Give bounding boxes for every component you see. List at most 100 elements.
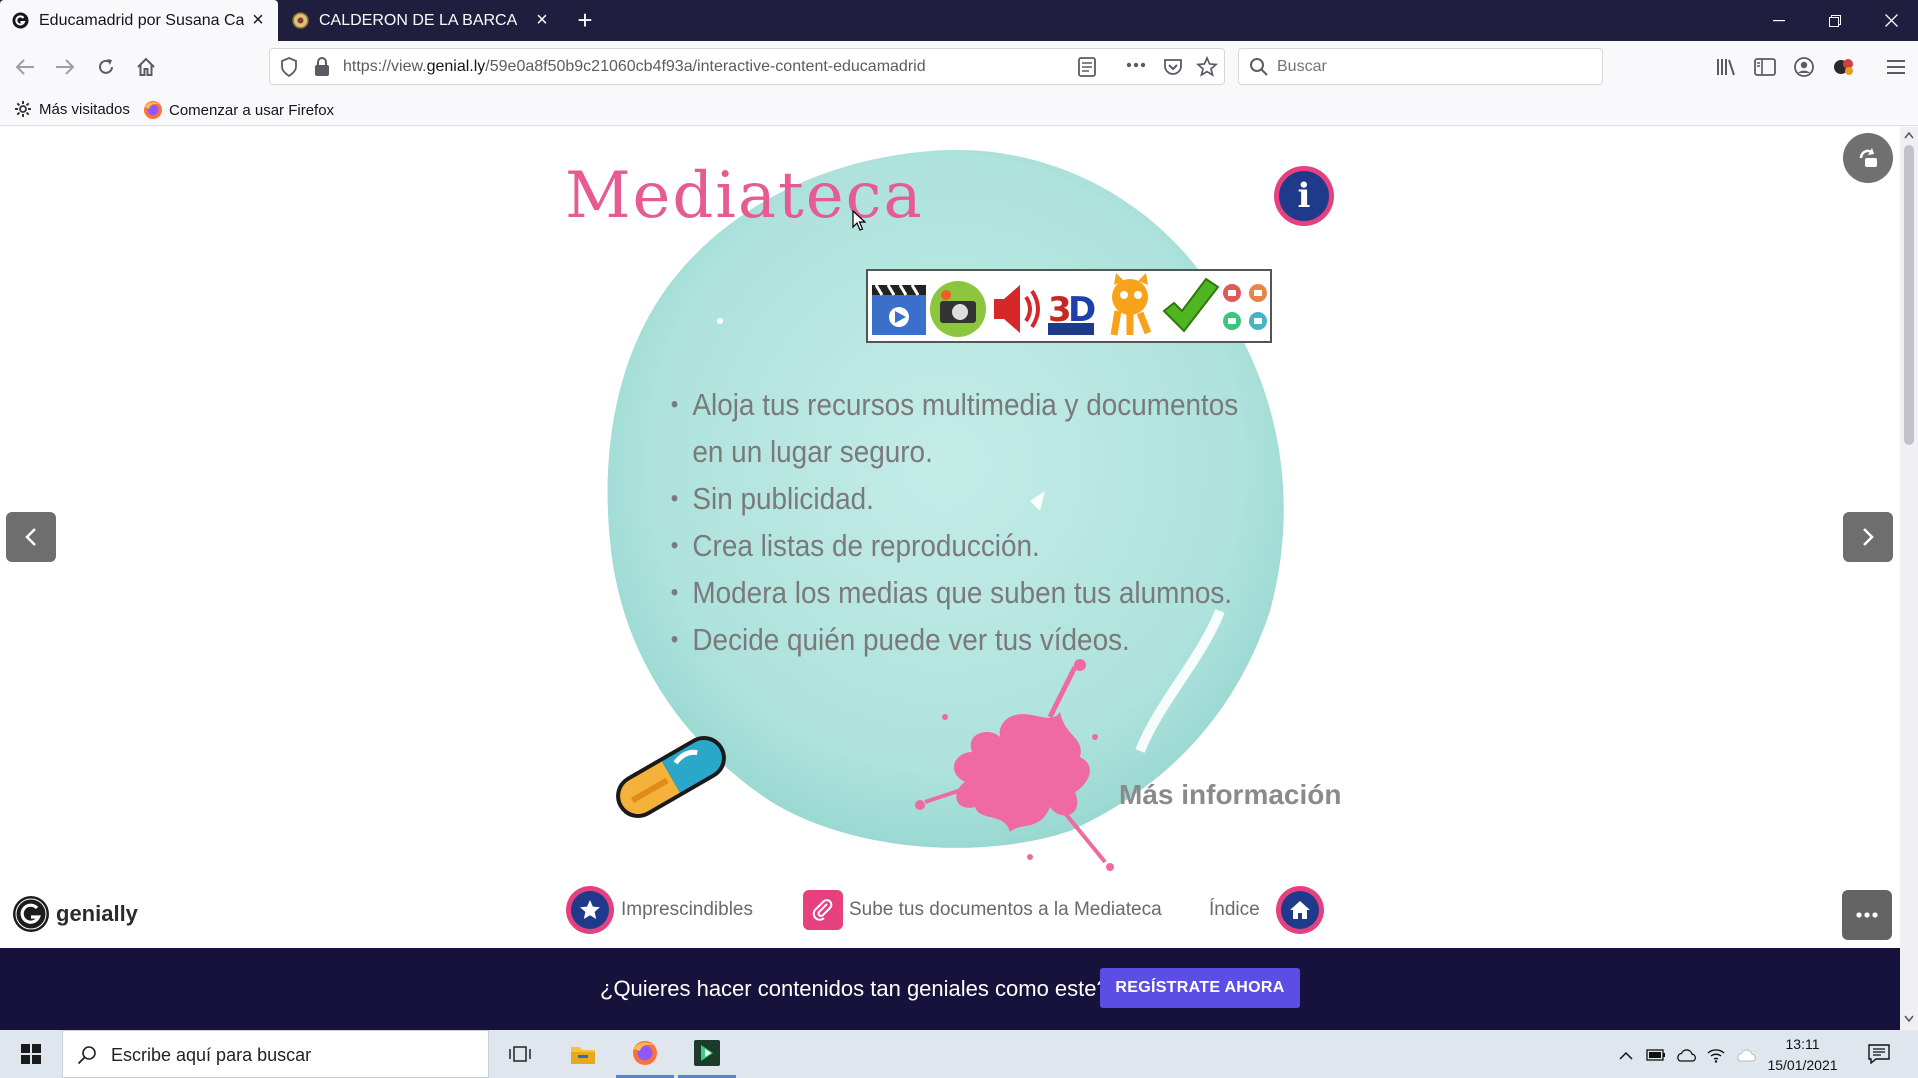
info-button[interactable]: i: [1274, 166, 1334, 226]
media-types-banner: 3 D: [866, 269, 1272, 343]
back-icon[interactable]: [11, 53, 39, 81]
index-button[interactable]: [1275, 886, 1324, 934]
office-documents-icon: [1223, 284, 1267, 330]
taskbar-search[interactable]: Escribe aquí para buscar: [62, 1030, 489, 1078]
close-window-icon[interactable]: [1868, 0, 1914, 41]
page-scrollbar[interactable]: [1900, 127, 1918, 1030]
next-slide-button[interactable]: [1843, 512, 1893, 562]
account-icon[interactable]: [1790, 53, 1818, 81]
firefox-icon: [633, 1040, 657, 1065]
tab-educamadrid[interactable]: Educamadrid por Susana Canta ×: [0, 0, 278, 41]
bookmark-label: Comenzar a usar Firefox: [169, 101, 335, 119]
scrollbar-thumb[interactable]: [1904, 145, 1914, 445]
cloud-sync-icon[interactable]: [1735, 1044, 1757, 1066]
notifications-icon[interactable]: [1868, 1043, 1890, 1065]
bookmark-mas-visitados[interactable]: Más visitados: [14, 100, 130, 118]
camera-icon: [930, 281, 986, 337]
reload-icon[interactable]: [92, 53, 120, 81]
chevron-left-icon: [25, 528, 36, 546]
register-button[interactable]: REGÍSTRATE AHORA: [1100, 968, 1300, 1008]
upload-label: Sube tus documentos a la Mediateca: [849, 899, 1162, 920]
onedrive-icon[interactable]: [1675, 1044, 1697, 1066]
reuse-icon: [1859, 148, 1877, 167]
new-tab-button[interactable]: +: [565, 0, 605, 41]
more-info-link[interactable]: Más información: [1119, 779, 1341, 811]
bookmark-star-icon[interactable]: [1196, 56, 1218, 78]
slide-title: Mediateca: [565, 159, 924, 233]
clock-date: 15/01/2021: [1767, 1057, 1838, 1073]
home-icon[interactable]: [132, 53, 160, 81]
browser-titlebar: Educamadrid por Susana Canta × CALDERON …: [0, 0, 1918, 41]
close-tab-icon[interactable]: ×: [532, 10, 552, 30]
reader-view-icon[interactable]: [1078, 57, 1096, 77]
upload-link[interactable]: Sube tus documentos a la Mediateca: [803, 890, 1162, 930]
genially-logo[interactable]: genially: [12, 895, 138, 933]
speaker-icon: [994, 285, 1040, 333]
extension-icon[interactable]: [1830, 53, 1858, 81]
feature-item: Crea listas de reproducción.: [669, 522, 1209, 569]
star-icon: [580, 900, 600, 919]
reuse-button[interactable]: [1843, 133, 1893, 183]
feature-item-continued: en un lugar seguro.: [692, 434, 933, 469]
bookmarks-toolbar: Más visitados Comenzar a usar Firefox: [0, 92, 1918, 126]
sidebar-icon[interactable]: [1751, 53, 1779, 81]
clock-time: 13:11: [1785, 1036, 1820, 1052]
shield-icon[interactable]: [280, 57, 298, 77]
bookmark-firefox[interactable]: Comenzar a usar Firefox: [143, 100, 334, 120]
search-icon: [1249, 57, 1269, 77]
address-bar[interactable]: https://view.genial.ly/59e0a8f50b9c21060…: [269, 48, 1225, 85]
lock-icon[interactable]: [314, 57, 330, 77]
start-button[interactable]: [2, 1030, 60, 1078]
search-input[interactable]: [1277, 56, 1577, 78]
minimize-icon[interactable]: [1756, 0, 1802, 41]
restore-icon[interactable]: [1812, 0, 1858, 41]
tab-title: CALDERON DE LA BARCA: [319, 12, 518, 29]
genially-presentation: Mediateca i 3 D • Aloja tus recursos mul…: [0, 127, 1900, 948]
search-bar[interactable]: [1238, 48, 1603, 85]
index-link[interactable]: Índice: [1209, 886, 1324, 934]
pill-icon: [616, 736, 726, 818]
features-list: Aloja tus recursos multimedia y document…: [669, 381, 1269, 663]
tray-chevron-up-icon[interactable]: [1615, 1044, 1637, 1066]
library-icon[interactable]: [1712, 53, 1740, 81]
menu-icon[interactable]: [1882, 53, 1910, 81]
taskbar-clock[interactable]: 13:11 15/01/2021: [1760, 1034, 1845, 1076]
url-path: /59e0a8f50b9c21060cb4f93a/interactive-co…: [485, 58, 926, 75]
url-text[interactable]: https://view.genial.ly/59e0a8f50b9c21060…: [343, 58, 926, 76]
chevron-right-icon: [1863, 528, 1874, 546]
scroll-up-icon[interactable]: [1904, 131, 1914, 139]
scratch-cat-icon: [1110, 273, 1152, 336]
more-options-button[interactable]: [1842, 890, 1892, 940]
scroll-down-icon[interactable]: [1904, 1015, 1914, 1023]
task-view-button[interactable]: [491, 1030, 549, 1078]
folder-icon: [571, 1047, 595, 1064]
mouse-cursor-icon: [852, 210, 866, 231]
battery-icon[interactable]: [1645, 1044, 1667, 1066]
tab-calderon[interactable]: CALDERON DE LA BARCA ×: [280, 0, 562, 41]
upload-button[interactable]: [803, 890, 843, 930]
bookmark-label: Más visitados: [39, 100, 130, 118]
promo-text: ¿Quieres hacer contenidos tan geniales c…: [600, 976, 1109, 1001]
info-icon: i: [1279, 171, 1329, 221]
close-tab-icon[interactable]: ×: [248, 10, 268, 30]
file-explorer-button[interactable]: [554, 1030, 612, 1078]
app-taskbar-button[interactable]: [678, 1030, 736, 1078]
forward-icon[interactable]: [51, 53, 79, 81]
essentials-label: Imprescindibles: [621, 899, 753, 920]
essentials-link[interactable]: Imprescindibles: [566, 886, 753, 934]
pocket-icon[interactable]: [1163, 57, 1183, 77]
previous-slide-button[interactable]: [6, 512, 56, 562]
windows-taskbar: Escribe aquí para buscar 13:11 15/01/202…: [0, 1030, 1918, 1078]
firefox-taskbar-button[interactable]: [616, 1030, 674, 1078]
navigation-toolbar: https://view.genial.ly/59e0a8f50b9c21060…: [0, 41, 1918, 92]
edpuzzle-check-icon: [1162, 277, 1220, 333]
gear-icon: [15, 101, 31, 117]
genially-favicon-icon: [12, 12, 29, 29]
essentials-button[interactable]: [566, 886, 614, 934]
paint-splash-icon: [915, 659, 1114, 871]
page-actions-icon[interactable]: [1126, 62, 1146, 68]
feature-item: Aloja tus recursos multimedia y document…: [669, 381, 1238, 428]
brand-name: genially: [56, 901, 138, 926]
school-favicon-icon: [292, 12, 309, 29]
wifi-icon[interactable]: [1705, 1044, 1727, 1066]
